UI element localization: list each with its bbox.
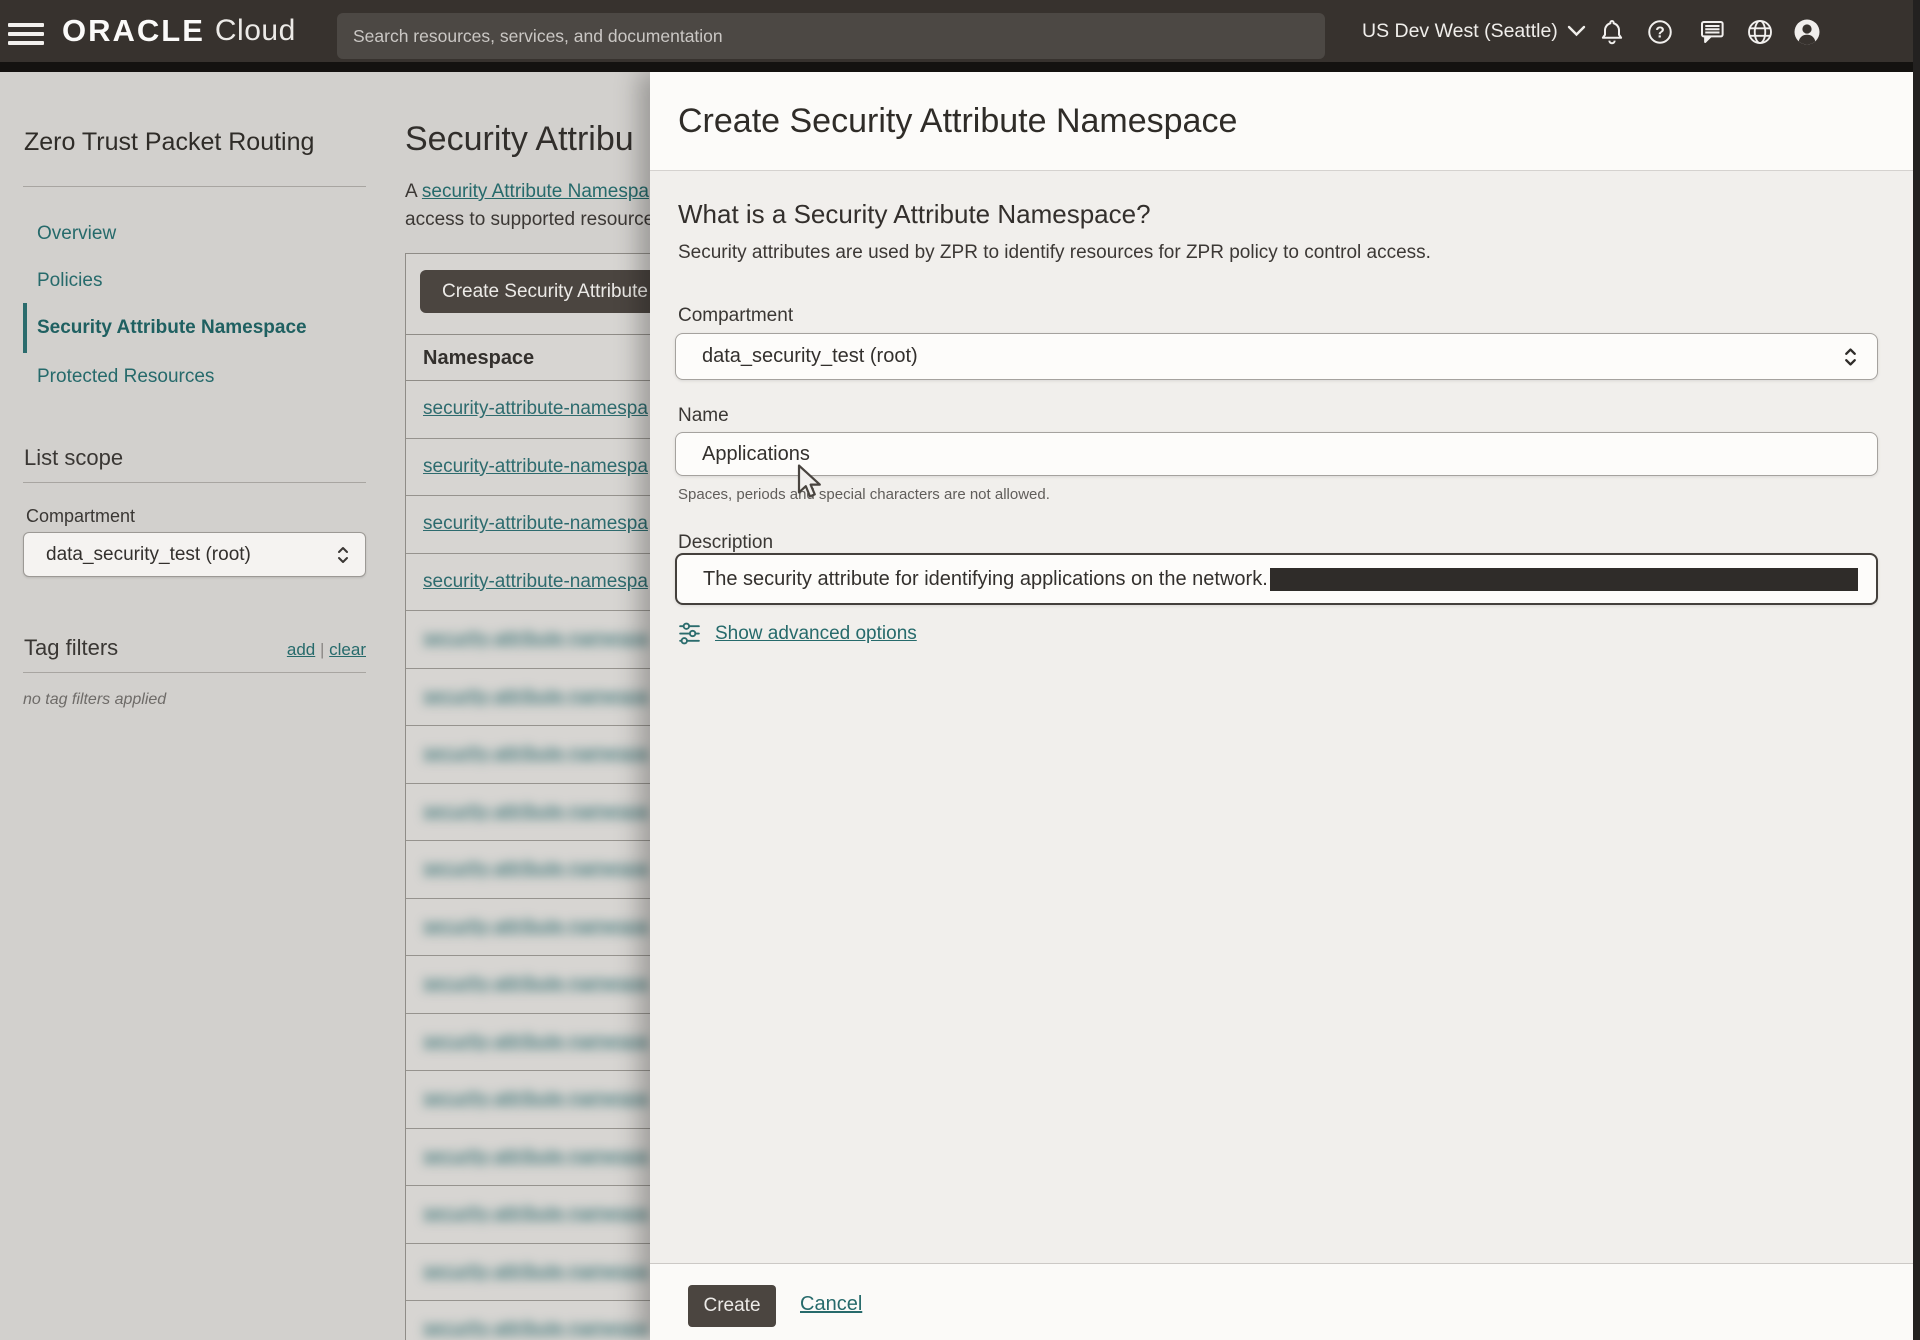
namespace-link[interactable]: security-attribute-namespa [423,1261,648,1283]
name-field[interactable] [675,432,1878,476]
list-scope-heading: List scope [24,445,123,471]
region-label: US Dev West (Seattle) [1362,20,1558,43]
sidebar-title: Zero Trust Packet Routing [24,128,314,157]
updown-chevron-icon [1842,345,1859,369]
drawer-section-heading: What is a Security Attribute Namespace? [678,199,1151,230]
namespace-link[interactable]: security-attribute-namespa [423,743,648,765]
namespace-link[interactable]: security-attribute-namespa [423,1203,648,1225]
drawer-header: Create Security Attribute Namespace [650,72,1913,171]
namespace-link[interactable]: security-attribute-namespa [423,456,648,478]
sliders-icon [677,621,702,646]
help-icon[interactable]: ? [1645,17,1675,47]
search-input[interactable] [337,13,1325,59]
namespace-doc-link[interactable]: security Attribute Namespa [422,181,649,202]
drawer-description-label: Description [678,532,773,554]
notifications-bell-icon[interactable] [1597,17,1627,47]
description-value: The security attribute for identifying a… [703,568,1268,591]
oracle-cloud-logo[interactable]: ORACLE Cloud [62,0,296,62]
avatar-icon[interactable] [1792,17,1822,47]
name-helper-text: Spaces, periods and special characters a… [678,486,1050,503]
tag-filters-heading: Tag filters [24,635,118,661]
drawer-name-label: Name [678,405,729,427]
intro-line2: access to supported resource [405,209,654,230]
drawer-compartment-label: Compartment [678,305,793,327]
page-title: Security Attribu [405,120,634,159]
intro-prefix: A [405,181,422,202]
tag-filter-actions: add | clear [287,640,366,660]
text-caret [1270,568,1858,591]
drawer-compartment-select[interactable]: data_security_test (root) [675,333,1878,380]
show-advanced-options-link[interactable]: Show advanced options [715,623,917,645]
compartment-select-value: data_security_test (root) [46,544,335,566]
drawer-compartment-value: data_security_test (root) [702,345,1842,368]
region-selector[interactable]: US Dev West (Seattle) [1362,0,1586,62]
create-security-attribute-button[interactable]: Create Security Attribute [420,270,670,313]
brand-oracle: ORACLE [62,13,205,49]
namespace-link[interactable]: security-attribute-namespa [423,916,648,938]
globe-icon[interactable] [1745,17,1775,47]
sidebar-item-protected-resources[interactable]: Protected Resources [23,365,214,389]
chevron-down-icon [1567,25,1586,37]
drawer-footer: Create Cancel [650,1263,1913,1340]
sidebar-item-overview[interactable]: Overview [23,222,116,246]
brand-cloud: Cloud [215,14,296,48]
compartment-label: Compartment [26,506,135,527]
topbar: ORACLE Cloud US Dev West (Seattle) ? [0,0,1920,72]
namespace-link[interactable]: security-attribute-namespa [423,571,648,593]
window-edge [1913,0,1920,1340]
sidebar: Zero Trust Packet Routing Overview Polic… [0,72,404,1340]
updown-chevron-icon [335,544,351,566]
tag-filters-divider [23,672,366,673]
oracle-cloud-console: Security Attribu A security Attribute Na… [0,0,1920,1340]
sidebar-item-policies[interactable]: Policies [23,269,102,293]
namespace-link[interactable]: security-attribute-namespa [423,1146,648,1168]
show-advanced-options[interactable]: Show advanced options [677,621,917,646]
namespace-link[interactable]: security-attribute-namespa [423,1031,648,1053]
namespace-link[interactable]: security-attribute-namespa [423,801,648,823]
drawer-section-body: Security attributes are used by ZPR to i… [678,242,1431,264]
tag-filter-clear-link[interactable]: clear [329,640,366,659]
namespace-link[interactable]: security-attribute-namespa [423,398,648,420]
svg-text:?: ? [1655,25,1665,42]
list-scope-divider [23,482,366,483]
namespace-link[interactable]: security-attribute-namespa [423,1088,648,1110]
namespace-link[interactable]: security-attribute-namespa [423,1318,648,1340]
namespace-link[interactable]: security-attribute-namespa [423,513,648,535]
hamburger-menu-icon[interactable] [8,23,44,49]
compartment-select[interactable]: data_security_test (root) [23,532,366,577]
namespace-link[interactable]: security-attribute-namespa [423,628,648,650]
create-button[interactable]: Create [688,1285,776,1327]
namespace-link[interactable]: security-attribute-namespa [423,858,648,880]
description-field[interactable]: The security attribute for identifying a… [675,553,1878,605]
create-namespace-drawer: Create Security Attribute Namespace What… [650,72,1913,1340]
cancel-link[interactable]: Cancel [800,1293,862,1316]
namespace-link[interactable]: security-attribute-namespa [423,686,648,708]
sidebar-divider [23,186,366,187]
sidebar-item-security-attribute-namespace[interactable]: Security Attribute Namespace [23,316,307,340]
tag-filter-add-link[interactable]: add [287,640,315,659]
tag-filter-separator: | [320,640,324,659]
feedback-icon[interactable] [1697,17,1727,47]
namespace-link[interactable]: security-attribute-namespa [423,973,648,995]
page-intro: A security Attribute Namespa access to s… [405,178,654,234]
drawer-title: Create Security Attribute Namespace [678,72,1237,171]
tag-filters-empty-text: no tag filters applied [23,691,166,709]
